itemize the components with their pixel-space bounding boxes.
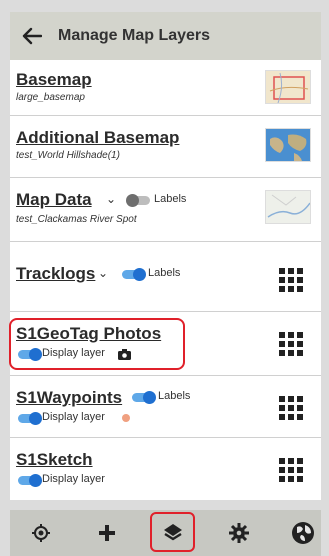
labels-toggle-tracklogs[interactable] (122, 268, 146, 281)
globe-icon[interactable] (288, 518, 318, 548)
layer-subtitle-map-data: test_Clackamas River Spot (16, 214, 137, 225)
grid-menu-icon[interactable] (279, 396, 303, 420)
chevron-down-icon[interactable]: ⌄ (106, 192, 116, 206)
selection-highlight (9, 318, 185, 370)
grid-menu-icon[interactable] (279, 332, 303, 356)
labels-label-s1waypoints: Labels (158, 390, 191, 402)
locate-icon[interactable] (26, 518, 56, 548)
layer-list: Basemap large_basemap Additional Basemap… (10, 60, 321, 500)
basemap-thumbnail[interactable] (265, 70, 311, 104)
layer-name-basemap[interactable]: Basemap (16, 70, 92, 90)
layer-row-s1sketch[interactable]: S1Sketch Display layer (10, 438, 321, 500)
back-arrow-icon[interactable] (20, 24, 44, 48)
display-layer-label-s1sketch: Display layer (42, 473, 105, 485)
additional-basemap-thumbnail[interactable] (265, 128, 311, 162)
labels-label-map-data: Labels (154, 193, 187, 205)
layer-subtitle-additional-basemap: test_World Hillshade(1) (16, 150, 120, 161)
layer-name-s1sketch[interactable]: S1Sketch (16, 450, 93, 470)
layer-row-map-data[interactable]: Map Data ⌄ Labels test_Clackamas River S… (10, 178, 321, 242)
app-frame: Manage Map Layers Basemap large_basemap … (0, 0, 329, 556)
display-layer-toggle-s1waypoints[interactable] (18, 412, 42, 425)
layer-name-map-data[interactable]: Map Data (16, 190, 92, 210)
labels-toggle-s1waypoints[interactable] (132, 391, 156, 404)
layer-row-additional-basemap[interactable]: Additional Basemap test_World Hillshade(… (10, 116, 321, 178)
page-title: Manage Map Layers (58, 27, 211, 44)
layer-name-s1waypoints[interactable]: S1Waypoints (16, 388, 122, 408)
settings-icon[interactable] (224, 518, 254, 548)
layer-row-s1waypoints[interactable]: S1Waypoints Labels Display layer (10, 376, 321, 438)
grid-menu-icon[interactable] (279, 268, 303, 292)
grid-menu-icon[interactable] (279, 458, 303, 482)
layer-subtitle-basemap: large_basemap (16, 92, 85, 103)
layers-button-highlight (150, 512, 195, 552)
layer-name-tracklogs[interactable]: Tracklogs (16, 264, 95, 284)
layer-row-basemap[interactable]: Basemap large_basemap (10, 60, 321, 116)
labels-label-tracklogs: Labels (148, 267, 181, 279)
labels-toggle-map-data[interactable] (126, 194, 150, 207)
map-data-thumbnail[interactable] (265, 190, 311, 224)
display-layer-label-s1waypoints: Display layer (42, 411, 105, 423)
chevron-down-icon[interactable]: ⌄ (98, 266, 108, 280)
layer-name-additional-basemap[interactable]: Additional Basemap (16, 128, 179, 148)
display-layer-toggle-s1sketch[interactable] (18, 474, 42, 487)
layer-row-tracklogs[interactable]: Tracklogs ⌄ Labels (10, 242, 321, 312)
waypoint-dot-icon (122, 414, 130, 422)
header-bar: Manage Map Layers (10, 12, 321, 60)
add-icon[interactable] (92, 518, 122, 548)
